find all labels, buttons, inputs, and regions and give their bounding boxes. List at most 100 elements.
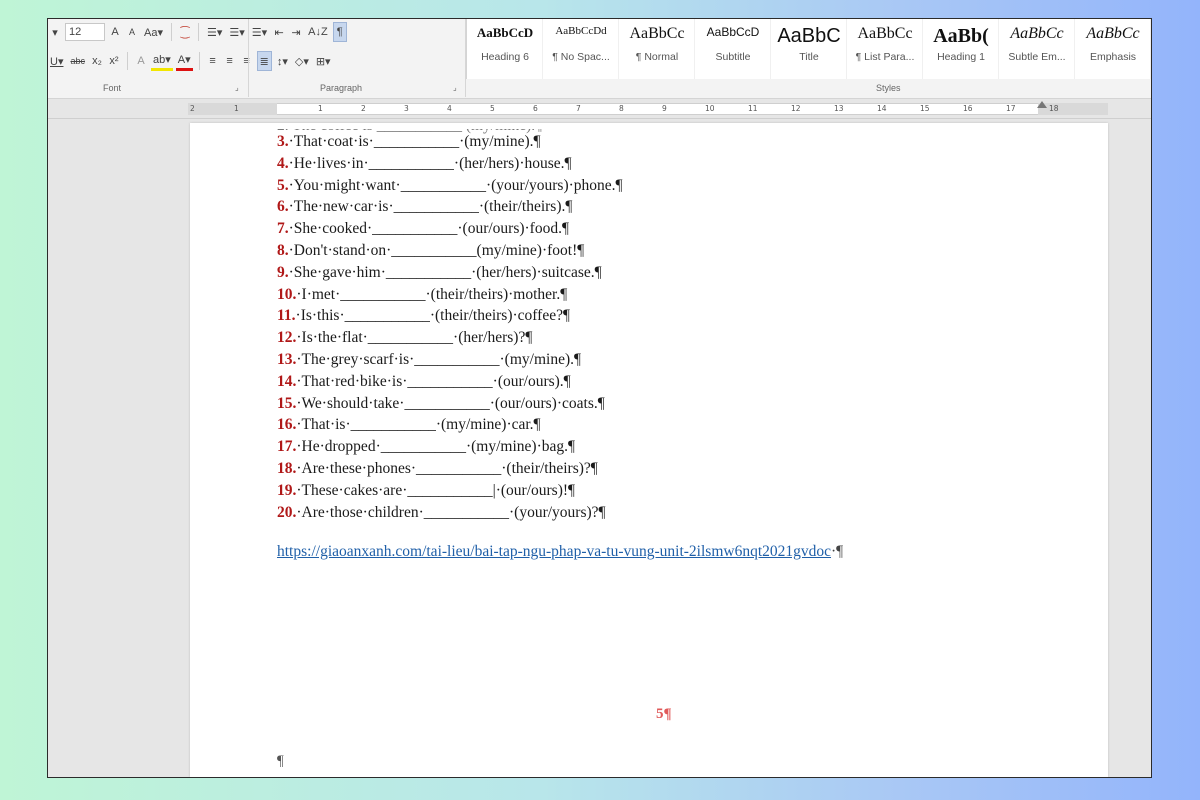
style-7[interactable]: AaBbCc Subtle Em...	[999, 19, 1075, 79]
right-indent-marker[interactable]	[1037, 101, 1047, 108]
style-name: ¶ Normal	[635, 51, 679, 63]
superscript-button[interactable]: x²	[107, 51, 121, 71]
exercise-text: ·That·is·___________·(my/mine)·car.¶	[296, 416, 541, 434]
exercise-number: 17.	[277, 438, 297, 456]
exercise-text: ·She·gave·him·___________·(her/hers)·sui…	[288, 263, 602, 281]
word-window: ▾ 12 A A Aa▾ ⁐ ☰▾ ☰▾ ☰▾ ⇤ ⇥ A↓Z ¶ U▾ abc…	[47, 18, 1152, 778]
justify-button[interactable]: ≣	[256, 51, 272, 71]
ruler-tick-label: 11	[748, 104, 758, 113]
exercise-text: ·Is·this·___________·(their/theirs)·coff…	[295, 307, 570, 325]
style-name: Heading 6	[481, 51, 529, 63]
ruler-tick-label: 1	[234, 104, 239, 113]
align-left-button[interactable]: ≡	[206, 51, 220, 71]
exercise-number: 11.	[277, 307, 296, 325]
multilevel-list-button[interactable]: ☰▾	[250, 22, 269, 42]
font-size-dropdown-arrow[interactable]: ▾	[48, 22, 62, 42]
exercise-line: 11.·Is·this·___________·(their/theirs)·c…	[277, 307, 570, 329]
exercise-text: ·You·might·want·___________·(your/yours)…	[288, 176, 623, 194]
exercise-number: 16.	[277, 416, 297, 434]
increase-indent-button[interactable]: ⇥	[289, 22, 303, 42]
exercise-number: 6.	[277, 198, 289, 216]
ruler-left-margin	[188, 103, 277, 115]
show-formatting-marks-button[interactable]: ¶	[332, 22, 347, 42]
style-preview: AaBbCcDd	[555, 25, 607, 37]
style-8[interactable]: AaBbCc Emphasis	[1075, 19, 1151, 79]
shrink-font-button[interactable]: A	[125, 22, 139, 42]
style-preview: AaBbC	[777, 25, 841, 47]
align-right-button[interactable]: ≡	[240, 51, 254, 71]
separator	[126, 52, 128, 70]
exercise-number: 19.	[277, 481, 297, 499]
numbering-button[interactable]: ☰▾	[227, 22, 246, 42]
style-name: Heading 1	[937, 51, 985, 63]
exercise-line: 15.·We·should·take·___________·(our/ours…	[277, 395, 605, 417]
ribbon-home: ▾ 12 A A Aa▾ ⁐ ☰▾ ☰▾ ☰▾ ⇤ ⇥ A↓Z ¶ U▾ abc…	[48, 19, 1151, 99]
ruler-tick-label: 9	[662, 104, 667, 113]
subscript-button[interactable]: x₂	[90, 51, 104, 71]
exercise-number: 8.	[277, 242, 289, 259]
link-paragraph-mark: ·¶	[831, 543, 844, 560]
ruler-tick-label: 7	[576, 104, 581, 113]
ruler-tick-label: 16	[963, 104, 973, 113]
align-center-button[interactable]: ≡	[223, 51, 237, 71]
exercise-text: ·That·red·bike·is·___________·(our/ours)…	[296, 372, 571, 390]
separator	[170, 23, 172, 41]
exercise-text: ·He·lives·in·___________·(her/hers)·hous…	[288, 154, 572, 172]
style-6[interactable]: AaBb(Heading 1	[923, 19, 999, 79]
clear-formatting-icon[interactable]: ⁐	[178, 22, 192, 42]
change-case-button[interactable]: Aa▾	[142, 22, 165, 42]
shading-button[interactable]: ◇▾	[293, 51, 311, 71]
style-2[interactable]: AaBbCc ¶ Normal	[619, 19, 695, 79]
styles-group-label: Styles	[876, 83, 901, 93]
exercise-text: ·The·new·car·is·___________·(their/their…	[288, 198, 573, 216]
ruler-tick-label: 15	[920, 104, 930, 113]
font-dialog-launcher-icon[interactable]: ⌟	[235, 83, 239, 92]
text-effects-button[interactable]: A	[134, 51, 148, 71]
borders-button[interactable]: ⊞▾	[314, 51, 333, 71]
exercise-number: 4.	[277, 154, 289, 172]
underline-button[interactable]: U▾	[48, 51, 65, 71]
ruler-tick-label: 1	[318, 104, 323, 113]
bullets-button[interactable]: ☰▾	[205, 22, 224, 42]
sort-button[interactable]: A↓Z	[306, 22, 330, 42]
exercise-number: 3.	[277, 133, 289, 150]
strikethrough-button[interactable]: abc	[68, 51, 87, 71]
document-page[interactable]: 2. The coffee is ___________ (my/mine).¶…	[190, 123, 1108, 777]
style-name: Title	[799, 51, 819, 63]
highlight-color-button[interactable]: ab▾	[150, 51, 173, 71]
exercise-line: 8.·Don't·stand·on·___________(my/mine)·f…	[277, 242, 584, 264]
exercise-line: 7.·She·cooked·___________·(our/ours)·foo…	[277, 220, 569, 242]
exercise-line: 13.·The·grey·scarf·is·___________·(my/mi…	[277, 351, 581, 373]
font-size-box[interactable]: 12	[65, 23, 105, 41]
style-0[interactable]: AaBbCcD Heading 6	[467, 19, 543, 79]
paragraph-dialog-launcher-icon[interactable]: ⌟	[453, 83, 457, 92]
grow-font-button[interactable]: A	[108, 22, 122, 42]
exercise-text: ·The·grey·scarf·is·___________·(my/mine)…	[296, 351, 582, 368]
style-5[interactable]: AaBbCc ¶ List Para...	[847, 19, 923, 79]
decrease-indent-button[interactable]: ⇤	[272, 22, 286, 42]
exercise-line: 4.·He·lives·in·___________·(her/hers)·ho…	[277, 155, 572, 177]
line-spacing-button[interactable]: ↕▾	[275, 51, 290, 71]
style-1[interactable]: AaBbCcDd ¶ No Spac...	[543, 19, 619, 79]
source-link[interactable]: https://giaoanxanh.com/tai-lieu/bai-tap-…	[277, 543, 831, 560]
exercise-line: 9.·She·gave·him·___________·(her/hers)·s…	[277, 264, 602, 286]
exercise-number: 12.	[277, 329, 297, 347]
exercise-number: 7.	[277, 220, 289, 238]
paragraph-group-label: Paragraph	[320, 83, 363, 93]
ribbon-row-2: U▾ abc x₂ x² A ab▾ A▾ ≡ ≡ ≡ ≣ ↕▾ ◇▾ ⊞▾	[48, 49, 333, 73]
exercise-number: 18.	[277, 460, 297, 477]
exercise-line: 12.·Is·the·flat·___________·(her/hers)?¶	[277, 329, 532, 351]
style-4[interactable]: AaBbC Title	[771, 19, 847, 79]
style-3[interactable]: AaBbCcD Subtitle	[695, 19, 771, 79]
exercise-text: ·Don't·stand·on·___________(my/mine)·foo…	[288, 242, 585, 259]
exercise-text: ·That·coat·is·___________·(my/mine).¶	[288, 133, 541, 150]
style-preview: AaBbCc	[629, 25, 685, 42]
ruler-tick-label: 3	[404, 104, 409, 113]
separator	[198, 52, 200, 70]
exercise-line: 18.·Are·these·phones·___________·(their/…	[277, 460, 598, 482]
ruler-tick-label: 5	[490, 104, 495, 113]
exercise-number: 15.	[277, 394, 297, 412]
font-color-button[interactable]: A▾	[175, 51, 193, 71]
group-divider	[465, 19, 466, 97]
horizontal-ruler[interactable]: 2 1 1 2 3 4 5 6 7 8 9 10 11 12 13 14 15 16 17 18	[48, 99, 1151, 119]
